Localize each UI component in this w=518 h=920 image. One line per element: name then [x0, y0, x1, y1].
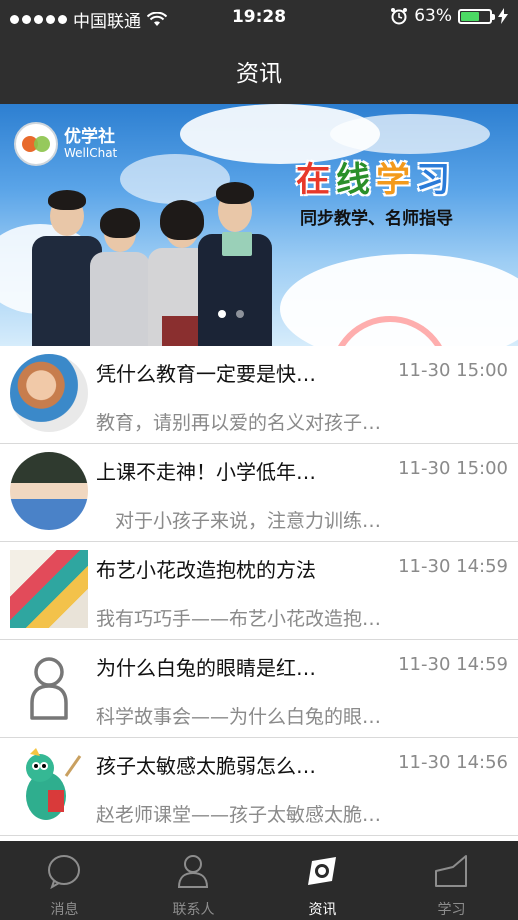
news-desc: 科学故事会——为什么白兔的眼… — [96, 706, 382, 728]
tab-label: 消息 — [50, 902, 79, 918]
news-time: 11-30 14:59 — [398, 556, 508, 577]
person-placeholder-icon — [10, 648, 88, 726]
tab-messages[interactable]: 消息 — [0, 841, 129, 920]
news-item[interactable]: 孩子太敏感太脆弱怎么… 11-30 14:56 赵老师课堂——孩子太敏感太脆… — [0, 738, 518, 836]
charging-bolt-icon — [498, 8, 508, 24]
tab-news[interactable]: 资讯 — [258, 841, 387, 920]
news-title: 孩子太敏感太脆弱怎么… — [96, 754, 316, 778]
tab-label: 资讯 — [308, 902, 337, 918]
battery-icon — [458, 8, 495, 24]
tab-learning[interactable]: 学习 — [387, 841, 516, 920]
battery-percent: 63% — [414, 6, 452, 26]
news-title: 为什么白兔的眼睛是红… — [96, 656, 316, 680]
news-item[interactable]: 凭什么教育一定要是快… 11-30 15:00 教育，请别再以爱的名义对孩子… — [0, 346, 518, 444]
page-title: 资讯 — [236, 61, 282, 87]
pager-dot — [236, 310, 244, 318]
logo-name: 优学社 — [64, 127, 115, 148]
tab-contacts[interactable]: 联系人 — [129, 841, 258, 920]
news-title: 凭什么教育一定要是快… — [96, 362, 316, 386]
alarm-clock-icon — [391, 8, 408, 25]
news-time: 11-30 15:00 — [398, 458, 508, 479]
banner-logo: 优学社 WellChat — [14, 122, 117, 166]
news-time: 11-30 14:56 — [398, 752, 508, 773]
banner-carousel[interactable]: 优学社 WellChat 在线学习 同步教学、名师指导 — [0, 104, 518, 346]
logo-icon — [14, 122, 58, 166]
news-time: 11-30 14:59 — [398, 654, 508, 675]
tab-label: 学习 — [437, 902, 466, 918]
news-item[interactable]: 布艺小花改造抱枕的方法 11-30 14:59 我有巧巧手——布艺小花改造抱… — [0, 542, 518, 640]
news-desc: 我有巧巧手——布艺小花改造抱… — [96, 608, 382, 630]
news-title: 上课不走神！小学低年… — [96, 460, 316, 484]
tab-label: 联系人 — [172, 902, 215, 918]
navigation-bar: 资讯 — [0, 34, 518, 104]
banner-headline: 在线学习 — [296, 160, 456, 200]
banner-subtitle: 同步教学、名师指导 — [300, 209, 453, 229]
logo-subtitle: WellChat — [64, 145, 118, 160]
news-desc: 对于小孩子来说，注意力训练… — [96, 510, 382, 532]
news-item[interactable]: 上课不走神！小学低年… 11-30 15:00 对于小孩子来说，注意力训练… — [0, 444, 518, 542]
pager-dot — [218, 310, 226, 318]
compass-eye-icon — [308, 857, 336, 885]
status-right: 63% — [390, 6, 508, 26]
chart-area-icon — [435, 855, 467, 887]
classroom-thumbnail — [10, 452, 88, 530]
status-bar: 中国联通 19:28 63% — [0, 0, 518, 34]
dragon-cartoon-thumbnail — [10, 746, 88, 824]
fabric-craft-thumbnail — [10, 550, 88, 628]
teacher-child-thumbnail — [10, 354, 88, 432]
news-list: 凭什么教育一定要是快… 11-30 15:00 教育，请别再以爱的名义对孩子… … — [0, 346, 518, 836]
news-desc: 教育，请别再以爱的名义对孩子… — [96, 412, 382, 434]
news-item[interactable]: 为什么白兔的眼睛是红… 11-30 14:59 科学故事会——为什么白兔的眼… — [0, 640, 518, 738]
news-title: 布艺小花改造抱枕的方法 — [96, 558, 316, 582]
contact-person-icon — [177, 855, 209, 888]
news-desc: 赵老师课堂——孩子太敏感太脆… — [96, 804, 382, 826]
chat-bubble-icon — [48, 855, 80, 889]
news-time: 11-30 15:00 — [398, 360, 508, 381]
carousel-pager — [218, 310, 244, 318]
tab-bar: 消息 联系人 资讯 学习 — [0, 841, 518, 920]
